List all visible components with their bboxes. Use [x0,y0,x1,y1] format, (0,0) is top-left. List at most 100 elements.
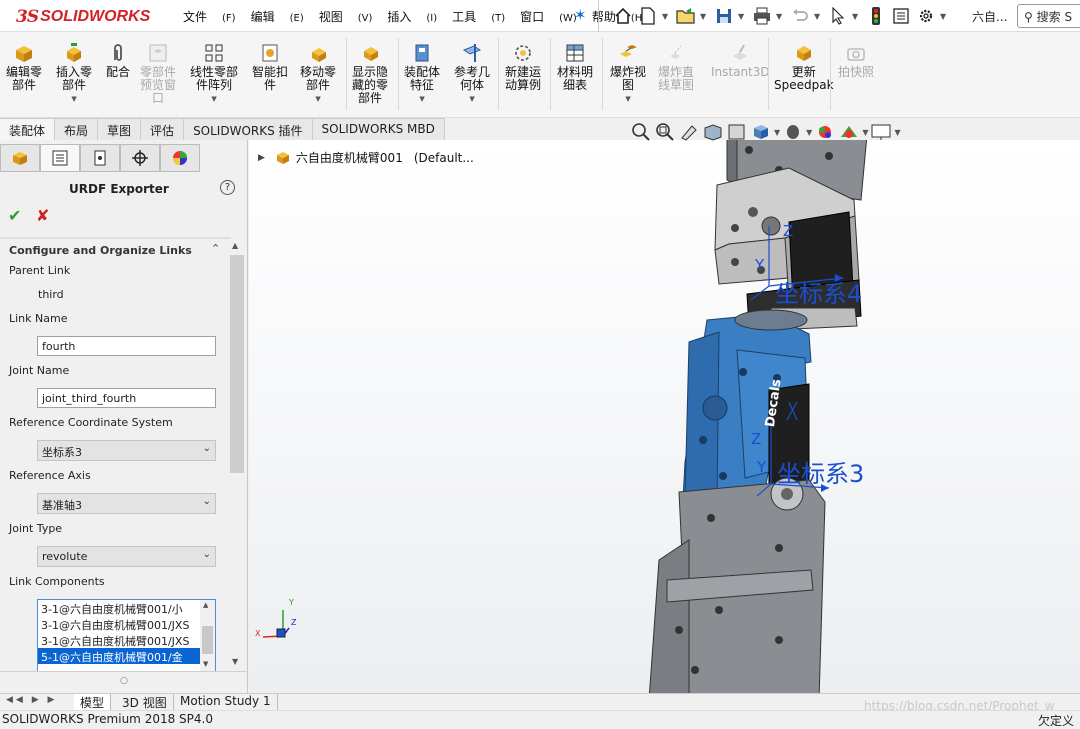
insert-component-button[interactable]: 插入零 部件 ▼ [56,42,92,106]
coordinate-system-3-label[interactable]: 坐标系3 [777,454,864,489]
scroll-up-icon[interactable]: ▲ [232,241,238,250]
chevron-down-icon[interactable]: ▼ [469,93,474,106]
solidworks-logo[interactable]: 3S SOLIDWORKS [16,7,150,27]
coordinate-system-4-label[interactable]: 坐标系4 [775,274,862,309]
chevron-down-icon[interactable]: ▼ [315,93,320,106]
chevron-down-icon[interactable]: ▼ [211,93,216,106]
list-scrollbar[interactable]: ▲ ▼ [200,600,215,671]
section-collapse-chevron-icon[interactable]: ⌃ [211,242,220,255]
scroll-down-icon[interactable]: ▼ [203,660,208,668]
view-orientation-icon[interactable] [750,122,772,142]
chevron-down-icon[interactable]: ▼ [738,12,748,21]
search-box[interactable]: ⚲ 搜索 S [1017,4,1080,28]
pin-icon[interactable]: ✶ [574,6,587,24]
scrollbar-thumb[interactable] [202,626,213,654]
chevron-down-icon[interactable]: ▼ [814,12,824,21]
expand-arrow-icon[interactable]: ▶ [258,153,265,163]
tab-property-manager[interactable] [40,144,80,172]
chevron-down-icon[interactable]: ▼ [71,93,76,106]
chevron-down-icon[interactable]: ▼ [940,12,950,21]
update-speedpak-button[interactable]: 更新 Speedpak [774,42,834,92]
help-icon[interactable]: ? [220,180,235,195]
link-components-list[interactable]: 3-1@六自由度机械臂001/小 3-1@六自由度机械臂001/JXS 3-1@… [37,599,216,672]
chevron-down-icon[interactable]: ▼ [894,128,900,137]
bill-of-materials-button[interactable]: 材料明 细表 [557,42,593,92]
mate-button[interactable]: 配合 [106,42,130,79]
tab-3d-view[interactable]: 3D 视图 [116,694,174,711]
explode-line-sketch-button[interactable]: 爆炸直 线草图 [658,42,694,92]
new-document-icon[interactable] [637,5,659,27]
open-folder-icon[interactable] [675,5,697,27]
tab-evaluate[interactable]: 评估 [141,118,185,140]
component-preview-window-button[interactable]: 零部件 预览窗口 [140,42,176,105]
panel-scrollbar[interactable]: ▲ ▼ [229,239,245,671]
assembly-features-button[interactable]: 装配体 特征 ▼ [404,42,440,106]
dynamic-annotation-icon[interactable] [726,122,748,142]
view-settings-monitor-icon[interactable] [870,122,892,142]
print-icon[interactable] [751,5,773,27]
chevron-down-icon[interactable]: ▼ [774,128,780,137]
tab-model[interactable]: 模型 [74,694,112,711]
list-item[interactable]: 3-1@六自由度机械臂001/小 [38,600,200,616]
joint-type-select[interactable]: revolute ⌄ [37,546,216,567]
edit-appearance-icon[interactable] [838,122,860,142]
save-icon[interactable] [713,5,735,27]
tab-navigation-arrows-icon[interactable]: ◀◀ ▶ ▶ [6,695,57,705]
menu-tools[interactable]: 工具 (T) [452,8,505,25]
tab-layout[interactable]: 布局 [55,118,99,140]
tab-solidworks-mbd[interactable]: SOLIDWORKS MBD [312,118,445,140]
menu-edit[interactable]: 编辑 (E) [251,8,304,25]
scroll-down-icon[interactable]: ▼ [232,657,238,666]
edit-component-button[interactable]: 编辑零 部件 [6,42,42,92]
display-style-icon[interactable] [782,122,804,142]
move-component-button[interactable]: 移动零 部件 ▼ [300,42,336,106]
chevron-down-icon[interactable]: ▼ [625,93,630,106]
chevron-down-icon[interactable]: ▼ [776,12,786,21]
exploded-view-button[interactable]: 爆炸视图 ▼ [610,42,646,106]
tab-motion-study[interactable]: Motion Study 1 [174,694,278,711]
chevron-down-icon[interactable]: ▼ [419,93,424,106]
resize-grip-icon[interactable]: ○ [120,676,128,686]
smart-fasteners-button[interactable]: 智能扣件 [252,42,288,92]
section-view-icon[interactable] [702,122,724,142]
take-snapshot-button[interactable]: 拍快照 [838,42,874,79]
home-icon[interactable] [612,5,634,27]
hide-show-items-icon[interactable] [814,122,836,142]
tab-sketch[interactable]: 草图 [98,118,142,140]
tab-configuration-manager[interactable] [80,144,120,172]
options-gear-icon[interactable] [915,5,937,27]
rebuild-traffic-light-icon[interactable] [865,5,887,27]
show-hidden-components-button[interactable]: 显示隐 藏的零 部件 [352,42,388,105]
chevron-down-icon[interactable]: ▼ [806,128,812,137]
tab-dimxpert-manager[interactable] [120,144,160,172]
file-properties-icon[interactable] [890,5,912,27]
list-item-selected[interactable]: 5-1@六自由度机械臂001/金 [38,648,200,664]
chevron-down-icon[interactable]: ▼ [862,128,868,137]
select-pointer-icon[interactable] [827,5,849,27]
reference-geometry-button[interactable]: 参考几 何体 ▼ [454,42,490,106]
ok-check-icon[interactable]: ✔ [8,206,21,225]
menu-view[interactable]: 视图 (V) [319,8,373,25]
link-name-field[interactable]: fourth [37,336,216,356]
joint-name-field[interactable]: joint_third_fourth [37,388,216,408]
list-item[interactable]: 3-1@六自由度机械臂001/JXS [38,632,200,648]
new-motion-study-button[interactable]: 新建运 动算例 [505,42,541,92]
zoom-to-area-icon[interactable] [654,122,676,142]
tab-feature-manager[interactable] [0,144,40,172]
menu-file[interactable]: 文件 (F) [183,8,236,25]
menu-window[interactable]: 窗口 (W) [520,8,577,25]
chevron-down-icon[interactable]: ▼ [662,12,672,21]
undo-icon[interactable] [789,5,811,27]
reference-axis-select[interactable]: 基准轴3 ⌄ [37,493,216,514]
scrollbar-thumb[interactable] [230,255,244,473]
zoom-to-fit-icon[interactable] [630,122,652,142]
menu-insert[interactable]: 插入 (I) [387,8,437,25]
chevron-down-icon[interactable]: ▼ [852,12,862,21]
tab-solidworks-addins[interactable]: SOLIDWORKS 插件 [184,118,313,140]
reference-coordinate-system-select[interactable]: 坐标系3 ⌄ [37,440,216,461]
cancel-x-icon[interactable]: ✘ [36,206,49,225]
instant3d-button[interactable]: Instant3D [711,42,770,79]
list-item[interactable]: 3-1@六自由度机械臂001/JXS [38,616,200,632]
tab-display-manager[interactable] [160,144,200,172]
linear-component-pattern-button[interactable]: 线性零部 件阵列 ▼ [190,42,238,106]
